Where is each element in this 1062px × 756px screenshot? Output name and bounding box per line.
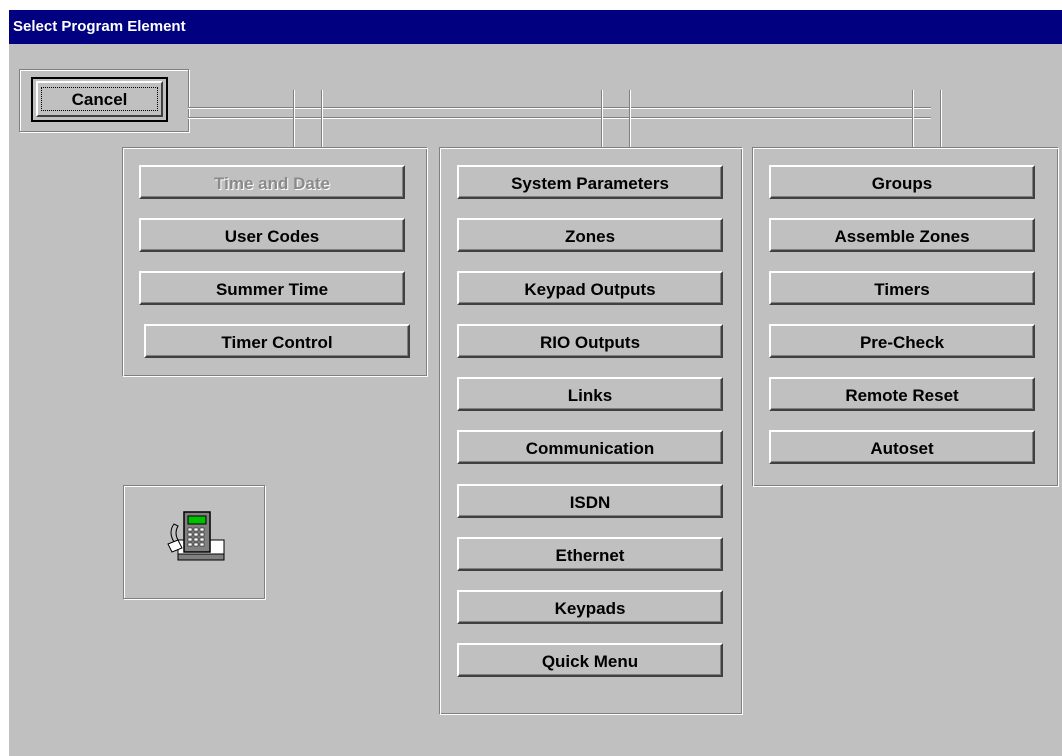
links-button[interactable]: Links [457, 377, 723, 411]
system-parameters-button[interactable]: System Parameters [457, 165, 723, 199]
connector-stub-right [912, 90, 942, 147]
ethernet-button[interactable]: Ethernet [457, 537, 723, 571]
isdn-button[interactable]: ISDN [457, 484, 723, 518]
user-codes-button[interactable]: User Codes [139, 218, 405, 252]
alarm-keypad-icon [164, 510, 228, 566]
communication-button[interactable]: Communication [457, 430, 723, 464]
timer-control-button[interactable]: Timer Control [144, 324, 410, 358]
keypads-button[interactable]: Keypads [457, 590, 723, 624]
program-element-window: Select Program Element Cancel Time and D… [9, 10, 1062, 756]
title-bar: Select Program Element [9, 10, 1062, 44]
groups-button[interactable]: Groups [769, 165, 1035, 199]
time-and-date-button[interactable]: Time and Date [139, 165, 405, 199]
timers-button[interactable]: Timers [769, 271, 1035, 305]
summer-time-button[interactable]: Summer Time [139, 271, 405, 305]
autoset-button[interactable]: Autoset [769, 430, 1035, 464]
remote-reset-button[interactable]: Remote Reset [769, 377, 1035, 411]
rio-outputs-button[interactable]: RIO Outputs [457, 324, 723, 358]
cancel-button-label: Cancel [71, 89, 128, 109]
quick-menu-button[interactable]: Quick Menu [457, 643, 723, 677]
connector-stub-middle [601, 90, 631, 147]
zones-button[interactable]: Zones [457, 218, 723, 252]
connector-stub-left [293, 90, 323, 147]
pre-check-button[interactable]: Pre-Check [769, 324, 1035, 358]
keypad-outputs-button[interactable]: Keypad Outputs [457, 271, 723, 305]
cancel-button[interactable]: Cancel [31, 77, 168, 122]
window-title: Select Program Element [13, 18, 186, 35]
assemble-zones-button[interactable]: Assemble Zones [769, 218, 1035, 252]
